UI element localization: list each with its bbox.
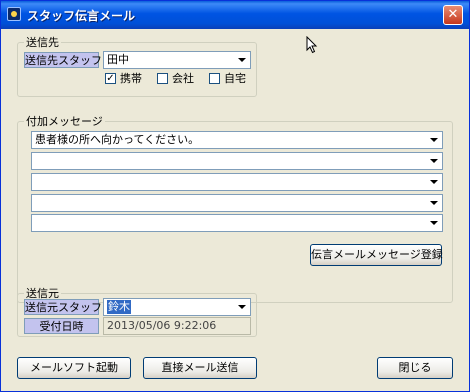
sender-staff-label: 送信元スタッフ bbox=[24, 299, 102, 315]
launch-mail-software-button[interactable]: メールソフト起動 bbox=[17, 357, 131, 379]
message-legend: 付加メッセージ bbox=[26, 115, 103, 128]
message-line-1-value: 患者様の所へ向かってください。 bbox=[35, 133, 200, 146]
close-window-button[interactable]: ✕ bbox=[443, 5, 463, 25]
received-datetime-value: 2013/05/06 9:22:06 bbox=[103, 317, 251, 335]
checkbox-home[interactable]: 自宅 bbox=[209, 72, 249, 86]
chevron-down-icon[interactable] bbox=[427, 216, 441, 230]
message-line-1[interactable]: 患者様の所へ向かってください。 bbox=[31, 131, 443, 149]
recipient-legend: 送信先 bbox=[26, 36, 59, 49]
checkbox-mobile-box[interactable]: ✓ bbox=[105, 73, 116, 84]
checkbox-office-box[interactable] bbox=[157, 73, 168, 84]
recipient-staff-select[interactable]: 田中 bbox=[103, 51, 251, 69]
close-button[interactable]: 閉じる bbox=[377, 357, 453, 379]
mouse-cursor-icon bbox=[306, 36, 318, 54]
dialog-body: 送信先 送信先スタッフ 田中 ✓ 携帯 会社 自宅 付加メッセージ 患者様の所へ… bbox=[1, 29, 469, 391]
chevron-down-icon[interactable] bbox=[427, 175, 441, 189]
chevron-down-icon[interactable] bbox=[235, 53, 249, 67]
direct-send-mail-button[interactable]: 直接メール送信 bbox=[143, 357, 257, 379]
sender-staff-value: 鈴木 bbox=[107, 300, 131, 314]
received-datetime-label: 受付日時 bbox=[24, 318, 99, 334]
checkbox-mobile-label: 携帯 bbox=[120, 72, 142, 85]
app-icon bbox=[7, 7, 21, 21]
recipient-staff-label: 送信先スタッフ bbox=[24, 52, 102, 68]
checkbox-office[interactable]: 会社 bbox=[157, 72, 197, 86]
chevron-down-icon[interactable] bbox=[427, 196, 441, 210]
checkbox-home-box[interactable] bbox=[209, 73, 220, 84]
message-line-4[interactable] bbox=[31, 194, 443, 212]
sender-staff-select[interactable]: 鈴木 bbox=[103, 298, 251, 316]
window-title: スタッフ伝言メール bbox=[27, 9, 136, 23]
checkbox-home-label: 自宅 bbox=[224, 72, 246, 85]
register-message-button[interactable]: 伝言メールメッセージ登録 bbox=[310, 244, 443, 266]
checkbox-office-label: 会社 bbox=[172, 72, 194, 85]
chevron-down-icon[interactable] bbox=[235, 300, 249, 314]
message-line-5[interactable] bbox=[31, 214, 443, 232]
title-bar[interactable]: スタッフ伝言メール ✕ bbox=[1, 1, 469, 29]
message-line-3[interactable] bbox=[31, 173, 443, 191]
recipient-staff-value: 田中 bbox=[107, 53, 129, 66]
dialog-window: スタッフ伝言メール ✕ 送信先 送信先スタッフ 田中 ✓ 携帯 会社 自宅 付加… bbox=[0, 0, 470, 392]
chevron-down-icon[interactable] bbox=[427, 154, 441, 168]
checkbox-mobile[interactable]: ✓ 携帯 bbox=[105, 72, 145, 86]
message-line-2[interactable] bbox=[31, 152, 443, 170]
chevron-down-icon[interactable] bbox=[427, 133, 441, 147]
